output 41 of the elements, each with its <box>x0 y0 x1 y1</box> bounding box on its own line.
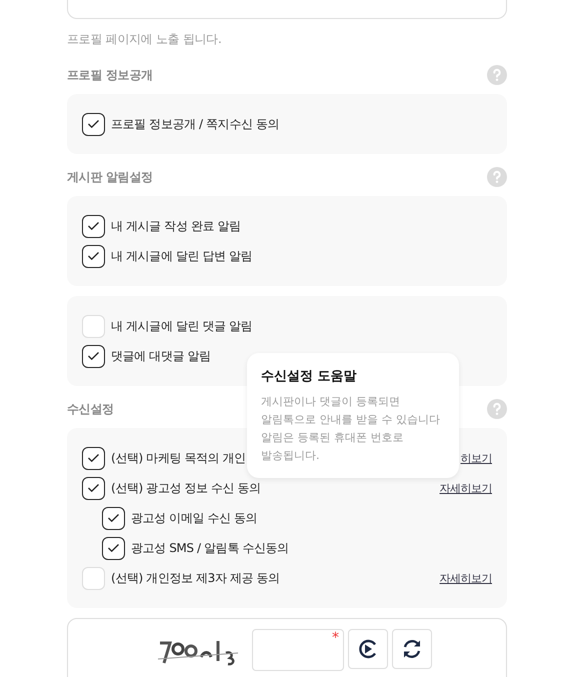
checkbox-label: 내 게시글 작성 완료 알림 <box>111 218 241 234</box>
checkbox-label: (선택) 마케팅 목적의 개인 <box>111 450 246 466</box>
play-icon <box>357 638 379 660</box>
check-icon <box>88 454 99 462</box>
checkbox[interactable] <box>82 244 105 268</box>
refresh-button[interactable] <box>392 629 432 669</box>
section-title: 게시판 알림설정 <box>67 168 153 186</box>
check-icon <box>108 544 119 552</box>
checkbox-label: 광고성 이메일 수신 동의 <box>131 510 258 526</box>
check-icon <box>108 514 119 522</box>
checkbox-label: 내 게시글에 달린 답변 알림 <box>111 248 252 264</box>
checkbox-label: 내 게시글에 달린 댓글 알림 <box>111 318 252 334</box>
details-link[interactable]: 자세히보기 <box>440 570 492 586</box>
checkbox-label: 댓글에 대댓글 알림 <box>111 348 211 364</box>
checkbox-label: 프로필 정보공개 / 쪽지수신 동의 <box>111 116 280 132</box>
captcha-input[interactable]: * <box>252 629 344 671</box>
checkbox[interactable] <box>102 536 125 560</box>
check-icon <box>88 222 99 230</box>
check-icon <box>88 352 99 360</box>
field-hint: 프로필 페이지에 노출 됩니다. <box>67 31 222 48</box>
checkbox[interactable] <box>82 446 105 470</box>
checkbox[interactable] <box>102 506 125 530</box>
checkbox[interactable] <box>82 344 105 368</box>
checkbox[interactable] <box>82 476 105 500</box>
refresh-icon <box>401 638 423 660</box>
checkbox[interactable] <box>82 112 105 136</box>
audio-play-button[interactable] <box>348 629 388 669</box>
section-title: 수신설정 <box>67 400 114 418</box>
required-mark: * <box>332 630 339 646</box>
tooltip-text: 게시판이나 댓글이 등록되면 알림톡으로 안내를 받을 수 있습니다 알림은 등록된 휴대폰 번호로 발송됩니다. <box>261 394 441 464</box>
section-title: 프로필 정보공개 <box>67 66 153 84</box>
checkbox[interactable] <box>82 214 105 238</box>
check-icon <box>88 484 99 492</box>
tooltip-title: 수신설정 도움말 <box>261 368 358 385</box>
check-icon <box>88 120 99 128</box>
details-link[interactable]: 자세히보기 <box>440 480 492 496</box>
checkbox-label: (선택) 개인정보 제3자 제공 동의 <box>111 570 280 586</box>
checkbox-label: (선택) 광고성 정보 수신 동의 <box>111 480 261 496</box>
check-icon <box>88 252 99 260</box>
checkbox-label: 광고성 SMS / 알림톡 수신동의 <box>131 540 289 556</box>
details-link[interactable]: 히보기 <box>460 450 492 466</box>
